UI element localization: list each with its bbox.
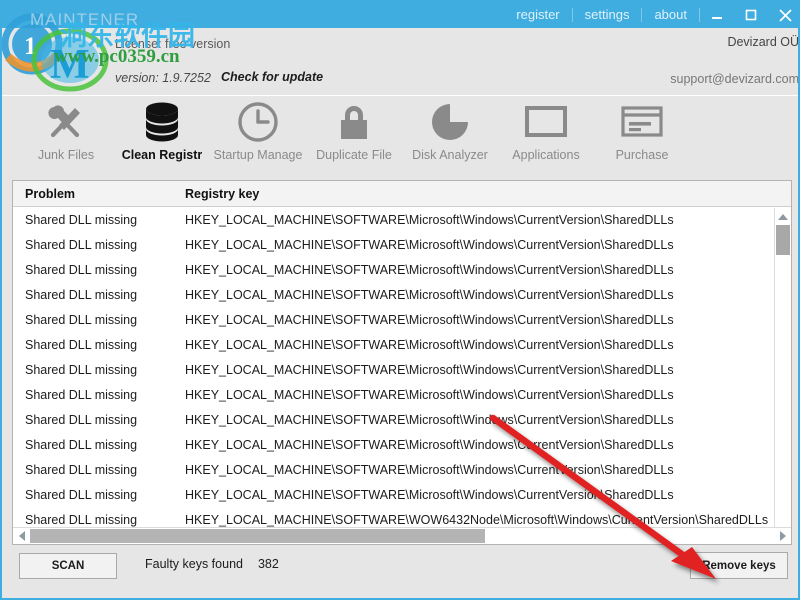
credit-card-icon xyxy=(616,96,668,148)
tab-label: Disk Analyzer xyxy=(412,148,488,162)
bottom-bar: SCAN Faulty keys found 382 Remove keys xyxy=(2,545,798,598)
tab-purchase[interactable]: Purchase xyxy=(594,96,690,172)
cell-registry-key: HKEY_LOCAL_MACHINE\SOFTWARE\Microsoft\Wi… xyxy=(185,312,674,327)
tab-clean-registry[interactable]: Clean Registr xyxy=(114,96,210,172)
cell-registry-key: HKEY_LOCAL_MACHINE\SOFTWARE\WOW6432Node\… xyxy=(185,512,769,527)
pie-chart-icon xyxy=(424,96,476,148)
scroll-right-button[interactable] xyxy=(774,528,791,544)
cell-problem: Shared DLL missing xyxy=(25,412,138,427)
cell-problem: Shared DLL missing xyxy=(25,437,138,452)
cell-problem: Shared DLL missing xyxy=(25,212,138,227)
scroll-up-button[interactable] xyxy=(775,208,791,225)
cell-problem: Shared DLL missing xyxy=(25,337,138,352)
table-row[interactable]: Shared DLL missing HKEY_LOCAL_MACHINE\SOF… xyxy=(13,432,791,457)
cell-registry-key: HKEY_LOCAL_MACHINE\SOFTWARE\Microsoft\Wi… xyxy=(185,387,674,402)
support-email-label: support@devizard.com xyxy=(670,72,799,86)
lock-icon xyxy=(328,96,380,148)
cell-problem: Shared DLL missing xyxy=(25,262,138,277)
remove-keys-button[interactable]: Remove keys xyxy=(690,552,788,579)
horizontal-scroll-thumb[interactable] xyxy=(30,529,485,543)
table-row[interactable]: Shared DLL missing HKEY_LOCAL_MACHINE\SOF… xyxy=(13,257,791,282)
cell-registry-key: HKEY_LOCAL_MACHINE\SOFTWARE\Microsoft\Wi… xyxy=(185,362,674,377)
tab-applications[interactable]: Applications xyxy=(498,96,594,172)
column-header-registry-key[interactable]: Registry key xyxy=(185,187,259,201)
window-icon xyxy=(520,96,572,148)
table-row[interactable]: Shared DLL missing HKEY_LOCAL_MACHINE\SOF… xyxy=(13,357,791,382)
grid-header: Problem Registry key xyxy=(13,181,791,207)
table-row[interactable]: Shared DLL missing HKEY_LOCAL_MACHINE\SOF… xyxy=(13,382,791,407)
cell-registry-key: HKEY_LOCAL_MACHINE\SOFTWARE\Microsoft\Wi… xyxy=(185,237,674,252)
cell-registry-key: HKEY_LOCAL_MACHINE\SOFTWARE\Microsoft\Wi… xyxy=(185,437,674,452)
maximize-icon xyxy=(745,9,757,21)
status-count: 382 xyxy=(257,557,279,571)
tools-icon xyxy=(40,96,92,148)
tab-label: Purchase xyxy=(615,148,669,162)
database-icon xyxy=(136,96,188,148)
title-bar-menu: register settings about xyxy=(504,2,700,28)
tab-junk-files[interactable]: Junk Files xyxy=(18,96,114,172)
cell-problem: Shared DLL missing xyxy=(25,312,138,327)
table-row[interactable]: Shared DLL missing HKEY_LOCAL_MACHINE\SOF… xyxy=(13,232,791,257)
status-text: Faulty keys found 382 xyxy=(145,557,279,571)
table-row[interactable]: Shared DLL missing HKEY_LOCAL_MACHINE\SOF… xyxy=(13,307,791,332)
cell-registry-key: HKEY_LOCAL_MACHINE\SOFTWARE\Microsoft\Wi… xyxy=(185,212,674,227)
cell-registry-key: HKEY_LOCAL_MACHINE\SOFTWARE\Microsoft\Wi… xyxy=(185,412,674,427)
horizontal-scrollbar[interactable] xyxy=(13,527,791,544)
cell-problem: Shared DLL missing xyxy=(25,512,138,527)
close-button[interactable] xyxy=(768,2,798,28)
minimize-button[interactable] xyxy=(700,2,734,28)
tab-label: Applications xyxy=(512,148,580,162)
chevron-left-icon xyxy=(18,531,25,541)
cell-problem: Shared DLL missing xyxy=(25,487,138,502)
cell-registry-key: HKEY_LOCAL_MACHINE\SOFTWARE\Microsoft\Wi… xyxy=(185,487,674,502)
cell-problem: Shared DLL missing xyxy=(25,462,138,477)
license-label: License: free version xyxy=(115,37,231,51)
cell-registry-key: HKEY_LOCAL_MACHINE\SOFTWARE\Microsoft\Wi… xyxy=(185,287,674,302)
cell-problem: Shared DLL missing xyxy=(25,237,138,252)
minimize-icon xyxy=(712,17,722,19)
main-toolbar: Junk Files Clean Registr Startup Manage … xyxy=(2,96,798,172)
check-for-update-link[interactable]: Check for update xyxy=(221,70,323,84)
clock-icon xyxy=(232,96,284,148)
cell-registry-key: HKEY_LOCAL_MACHINE\SOFTWARE\Microsoft\Wi… xyxy=(185,462,674,477)
tab-disk-analyzer[interactable]: Disk Analyzer xyxy=(402,96,498,172)
register-link[interactable]: register xyxy=(504,2,571,28)
table-row[interactable]: Shared DLL missing HKEY_LOCAL_MACHINE\SOF… xyxy=(13,207,791,232)
table-row[interactable]: Shared DLL missing HKEY_LOCAL_MACHINE\SOF… xyxy=(13,282,791,307)
vertical-scroll-thumb[interactable] xyxy=(776,225,790,255)
status-label: Faulty keys found xyxy=(145,557,243,571)
header-band: License: free version version: 1.9.7252 … xyxy=(2,28,799,96)
maximize-button[interactable] xyxy=(734,2,768,28)
tab-startup-manager[interactable]: Startup Manage xyxy=(210,96,306,172)
grid-body: Shared DLL missing HKEY_LOCAL_MACHINE\SOF… xyxy=(13,207,791,532)
cell-problem: Shared DLL missing xyxy=(25,287,138,302)
tab-label: Duplicate File xyxy=(316,148,392,162)
cell-registry-key: HKEY_LOCAL_MACHINE\SOFTWARE\Microsoft\Wi… xyxy=(185,337,674,352)
cell-registry-key: HKEY_LOCAL_MACHINE\SOFTWARE\Microsoft\Wi… xyxy=(185,262,674,277)
column-header-problem[interactable]: Problem xyxy=(13,187,185,201)
cell-problem: Shared DLL missing xyxy=(25,362,138,377)
application-window: register settings about License: free ve xyxy=(0,0,800,600)
scan-button[interactable]: SCAN xyxy=(19,553,117,579)
settings-link[interactable]: settings xyxy=(573,2,642,28)
company-label: Devizard OÜ xyxy=(727,35,799,49)
title-bar: register settings about xyxy=(2,2,798,28)
version-label: version: 1.9.7252 xyxy=(115,71,211,85)
table-row[interactable]: Shared DLL missing HKEY_LOCAL_MACHINE\SOF… xyxy=(13,457,791,482)
cell-problem: Shared DLL missing xyxy=(25,387,138,402)
chevron-right-icon xyxy=(779,531,786,541)
tab-label: Junk Files xyxy=(37,148,95,162)
table-row[interactable]: Shared DLL missing HKEY_LOCAL_MACHINE\SOF… xyxy=(13,407,791,432)
chevron-up-icon xyxy=(778,213,788,220)
close-icon xyxy=(778,8,792,22)
scroll-left-button[interactable] xyxy=(13,528,30,544)
table-row[interactable]: Shared DLL missing HKEY_LOCAL_MACHINE\SOF… xyxy=(13,332,791,357)
tab-label: Startup Manage xyxy=(213,148,303,162)
table-row[interactable]: Shared DLL missing HKEY_LOCAL_MACHINE\SOF… xyxy=(13,482,791,507)
tab-label: Clean Registr xyxy=(121,148,203,162)
tab-duplicate-files[interactable]: Duplicate File xyxy=(306,96,402,172)
vertical-scrollbar[interactable] xyxy=(774,208,791,544)
about-link[interactable]: about xyxy=(642,2,699,28)
results-panel: Problem Registry key Shared DLL missing H… xyxy=(12,180,792,545)
